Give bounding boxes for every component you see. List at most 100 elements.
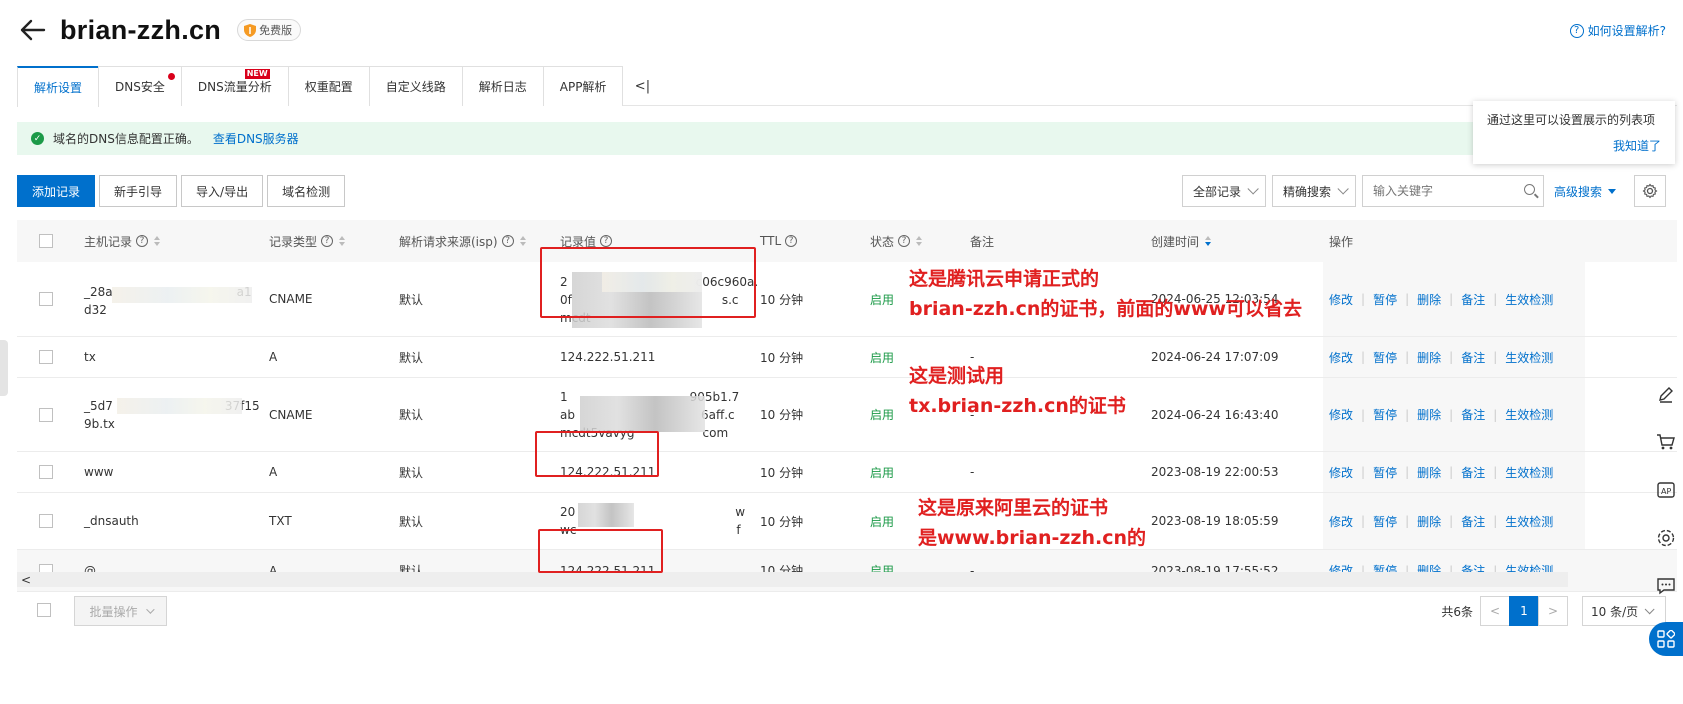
footer-select-all-checkbox[interactable] (37, 603, 51, 617)
domain-check-button[interactable]: 域名检测 (267, 175, 346, 207)
api-icon[interactable]: AP (1649, 466, 1683, 514)
effect-check-link[interactable]: 生效检测 (1505, 464, 1553, 481)
page-button[interactable]: 1 (1509, 596, 1539, 626)
alert-text: 域名的DNS信息配置正确。 (53, 132, 199, 146)
remark-link[interactable]: 备注 (1461, 349, 1485, 366)
effect-check-link[interactable]: 生效检测 (1505, 406, 1553, 423)
delete-link[interactable]: 删除 (1417, 291, 1441, 308)
question-icon[interactable]: ? (898, 235, 911, 247)
tab-label: 解析日志 (478, 80, 527, 94)
edit-link[interactable]: 修改 (1329, 406, 1353, 423)
annotation-line: 这是原来阿里云的证书 (918, 497, 1109, 519)
col-label: 创建时间 (1151, 234, 1200, 249)
delete-link[interactable]: 删除 (1417, 513, 1441, 530)
effect-check-link[interactable]: 生效检测 (1505, 291, 1553, 308)
notification-dot (167, 73, 175, 80)
collapse-tabs-icon[interactable]: <| (622, 66, 662, 106)
tooltip-confirm-link[interactable]: 我知道了 (1613, 137, 1661, 154)
tab-label: DNS安全 (115, 80, 165, 94)
search-mode-select[interactable]: 精确搜索 (1271, 175, 1356, 207)
pause-link[interactable]: 暂停 (1373, 464, 1397, 481)
question-icon[interactable]: ? (136, 235, 149, 247)
cart-icon[interactable] (1649, 418, 1683, 466)
bulk-actions-button[interactable]: 批量操作 (74, 596, 167, 626)
settings-icon[interactable] (1649, 514, 1683, 562)
sort-icon[interactable] (339, 236, 346, 246)
pause-link[interactable]: 暂停 (1373, 513, 1397, 530)
pause-link[interactable]: 暂停 (1373, 406, 1397, 423)
back-arrow-icon[interactable] (18, 15, 48, 45)
tab-resolution-settings[interactable]: 解析设置 (17, 66, 100, 107)
effect-check-link[interactable]: 生效检测 (1505, 513, 1553, 530)
pause-link[interactable]: 暂停 (1373, 291, 1397, 308)
col-host[interactable]: 主机记录? (84, 233, 161, 250)
row-actions: 修改 | 暂停 | 删除 | 备注 | 生效检测 (1329, 291, 1554, 308)
select-all-checkbox[interactable] (39, 234, 53, 248)
tab-app-resolution[interactable]: APP解析 (542, 66, 624, 106)
table-row: _28aa1 d32 CNAME 默认 2c06c960a. 0fs.c mcd… (17, 262, 1677, 337)
left-panel-handle[interactable] (0, 340, 8, 396)
import-export-button[interactable]: 导入/导出 (181, 175, 264, 207)
edit-link[interactable]: 修改 (1329, 464, 1353, 481)
host-text: _28a (84, 285, 113, 299)
next-page-button[interactable]: > (1538, 596, 1568, 626)
col-status[interactable]: 状态? (870, 233, 923, 250)
search-icon[interactable] (1523, 184, 1535, 195)
tab-weight-config[interactable]: 权重配置 (287, 66, 370, 106)
column-settings-button[interactable] (1634, 175, 1666, 207)
add-record-button[interactable]: 添加记录 (17, 175, 96, 207)
view-dns-servers-link[interactable]: 查看DNS服务器 (213, 130, 299, 147)
row-checkbox[interactable] (39, 292, 53, 306)
keyword-search (1361, 175, 1544, 207)
tab-resolution-log[interactable]: 解析日志 (461, 66, 544, 106)
sort-icon[interactable] (154, 236, 161, 246)
remark-link[interactable]: 备注 (1461, 291, 1485, 308)
edit-link[interactable]: 修改 (1329, 291, 1353, 308)
edit-link[interactable]: 修改 (1329, 349, 1353, 366)
question-icon[interactable]: ? (600, 235, 613, 247)
sort-icon[interactable] (1205, 236, 1212, 246)
tab-dns-traffic[interactable]: DNS流量分析 NEW (180, 66, 289, 106)
row-checkbox[interactable] (39, 514, 53, 528)
edit-pen-icon[interactable] (1649, 370, 1683, 418)
col-created[interactable]: 创建时间 (1151, 233, 1212, 250)
status-badge: 启用 (870, 465, 895, 480)
ttl-cell: 10 分钟 (760, 350, 804, 365)
tab-custom-lines[interactable]: 自定义线路 (368, 66, 463, 106)
prev-page-button[interactable]: < (1480, 596, 1510, 626)
advanced-search-toggle[interactable]: 高级搜索 (1554, 183, 1616, 200)
sort-icon[interactable] (519, 236, 526, 246)
apps-grid-icon[interactable] (1649, 622, 1683, 656)
chevron-left-icon[interactable]: < (21, 573, 31, 587)
row-checkbox[interactable] (39, 407, 53, 422)
row-actions: 修改 | 暂停 | 删除 | 备注 | 生效检测 (1329, 464, 1554, 481)
dns-status-alert: ✓ 域名的DNS信息配置正确。 查看DNS服务器 (17, 122, 1497, 155)
delete-link[interactable]: 删除 (1417, 349, 1441, 366)
remark-link[interactable]: 备注 (1461, 464, 1485, 481)
keyword-input[interactable] (1361, 175, 1544, 207)
horizontal-scrollbar[interactable]: < (17, 572, 1568, 587)
host-cell: tx (84, 350, 96, 364)
chat-icon[interactable] (1649, 562, 1683, 610)
tab-dns-security[interactable]: DNS安全 (98, 66, 182, 106)
ttl-cell: 10 分钟 (760, 292, 804, 307)
question-icon[interactable]: ? (501, 235, 514, 247)
effect-check-link[interactable]: 生效检测 (1505, 349, 1553, 366)
col-type[interactable]: 记录类型? (269, 233, 346, 250)
delete-link[interactable]: 删除 (1417, 406, 1441, 423)
row-checkbox[interactable] (39, 465, 53, 479)
delete-link[interactable]: 删除 (1417, 464, 1441, 481)
question-icon[interactable]: ? (321, 235, 334, 247)
record-scope-select[interactable]: 全部记录 (1181, 175, 1266, 207)
edit-link[interactable]: 修改 (1329, 513, 1353, 530)
sort-icon[interactable] (916, 236, 923, 246)
row-checkbox[interactable] (39, 350, 53, 364)
help-link[interactable]: ? 如何设置解析? (1569, 22, 1666, 39)
tab-label: DNS流量分析 (197, 80, 272, 94)
remark-link[interactable]: 备注 (1461, 406, 1485, 423)
remark-link[interactable]: 备注 (1461, 513, 1485, 530)
pause-link[interactable]: 暂停 (1373, 349, 1397, 366)
beginner-guide-button[interactable]: 新手引导 (99, 175, 178, 207)
question-icon[interactable]: ? (785, 235, 798, 247)
col-isp[interactable]: 解析请求来源(isp)? (399, 233, 526, 250)
